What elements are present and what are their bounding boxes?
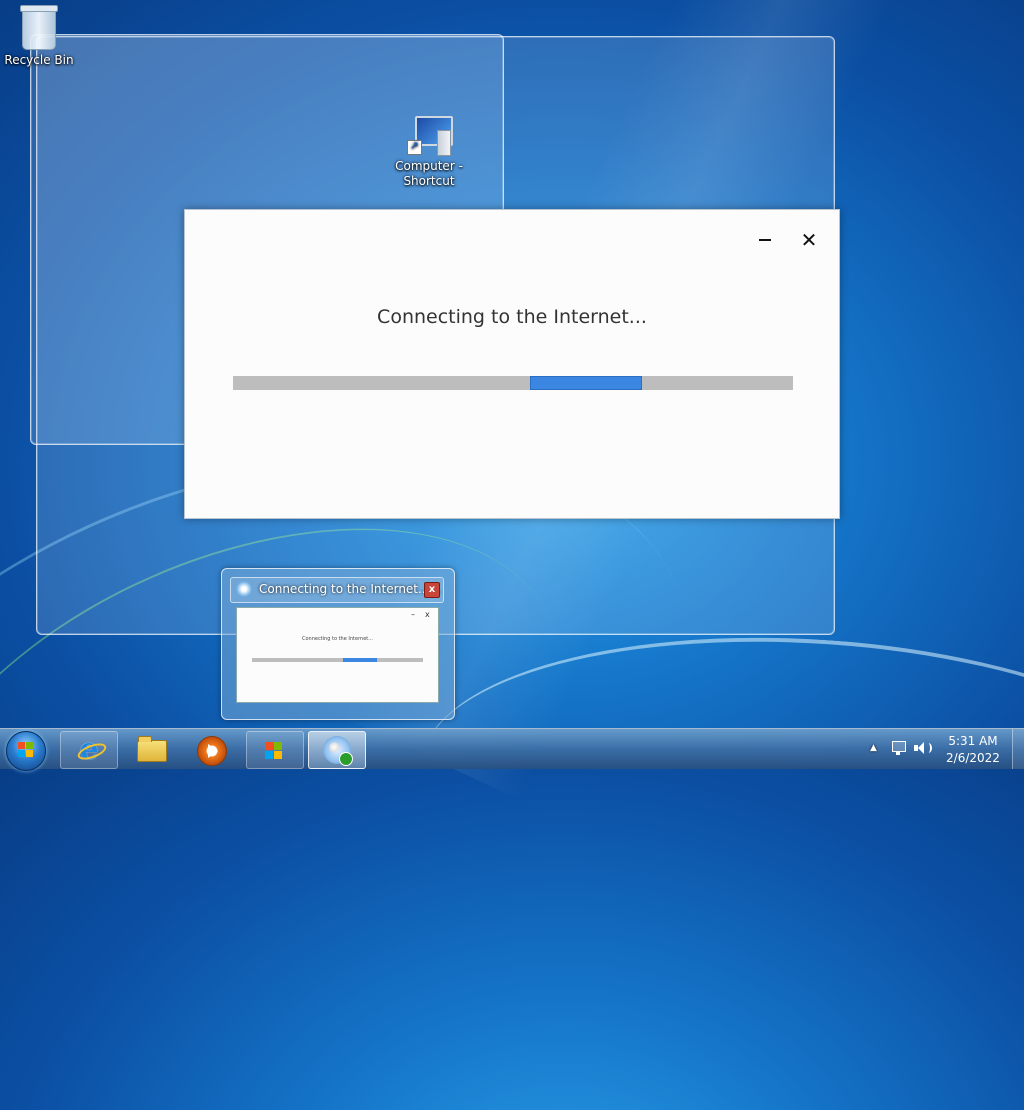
desktop-icon-label: Recycle Bin — [4, 53, 74, 67]
taskbar: e ▲ 5:31 AM 2/6/2022 — [0, 728, 1024, 771]
taskbar-windows-media-player[interactable] — [182, 731, 240, 769]
shortcut-arrow-icon: ↗ — [407, 140, 422, 155]
close-button[interactable]: ✕ — [797, 228, 821, 252]
thumbnail-header: Connecting to the Internet...... x — [230, 577, 444, 603]
thumbnail-progress-indicator — [342, 658, 377, 662]
progress-bar-indicator — [529, 376, 642, 390]
taskbar-internet-explorer[interactable]: e — [60, 731, 118, 769]
start-button[interactable] — [6, 731, 46, 771]
wallpaper-streak-bright — [410, 612, 1024, 972]
volume-icon[interactable] — [914, 741, 932, 755]
desktop-icon-recycle-bin[interactable]: Recycle Bin — [1, 5, 77, 68]
clock-date[interactable]: 2/6/2022 — [938, 751, 1008, 765]
desktop-icon-computer-shortcut[interactable]: ↗ Computer - Shortcut — [391, 116, 467, 189]
thumbnail-close-button[interactable]: x — [424, 582, 440, 598]
close-icon: ✕ — [800, 228, 818, 252]
status-message: Connecting to the Internet... — [377, 306, 647, 328]
show-desktop-button[interactable] — [1012, 729, 1024, 769]
taskbar-connecting-app[interactable] — [308, 731, 366, 769]
computer-icon: ↗ — [407, 116, 453, 156]
desktop-icon-label: Computer - Shortcut — [395, 159, 463, 188]
folder-icon — [137, 736, 167, 762]
thumbnail-title: Connecting to the Internet...... — [259, 582, 441, 596]
minimize-icon — [759, 239, 771, 241]
recycle-bin-icon — [20, 5, 58, 50]
taskbar-thumbnail-preview[interactable]: Connecting to the Internet...... x – x C… — [221, 568, 455, 720]
minimize-button[interactable] — [753, 228, 777, 252]
thumbnail-message: Connecting to the Internet... — [301, 636, 374, 642]
ie-icon: e — [75, 735, 109, 765]
network-icon[interactable] — [890, 741, 906, 755]
thumbnail-minimize-icon: – — [411, 610, 415, 619]
update-disc-icon — [323, 736, 353, 766]
show-hidden-icons-button[interactable]: ▲ — [870, 743, 877, 753]
taskbar-windows-explorer[interactable] — [122, 731, 180, 769]
progress-bar — [233, 376, 793, 390]
connecting-dialog: ✕ Connecting to the Internet... — [184, 209, 840, 519]
windows-logo-icon — [18, 742, 34, 758]
thumbnail-close-icon: x — [425, 610, 430, 619]
clock-time[interactable]: 5:31 AM — [938, 734, 1008, 748]
thumbnail-progress-bar — [252, 658, 423, 662]
taskbar-windows-logo-app[interactable] — [246, 731, 304, 769]
update-disc-icon — [236, 581, 252, 597]
media-player-icon — [197, 736, 227, 766]
windows-logo-icon — [265, 742, 283, 760]
thumbnail-window-preview: – x Connecting to the Internet... — [236, 607, 439, 703]
